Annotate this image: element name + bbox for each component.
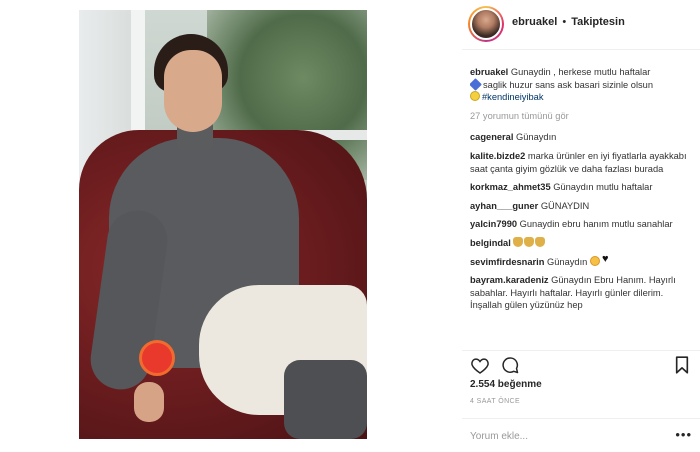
comments-list[interactable]: ebruakel Gunaydin , herkese mutlu haftal… (470, 66, 696, 346)
black-heart-emoji-icon (602, 253, 612, 266)
caption: ebruakel Gunaydin , herkese mutlu haftal… (470, 66, 696, 104)
heart-outline-icon[interactable] (470, 355, 490, 375)
comment-composer: ••• (462, 418, 700, 452)
comment-text: Günaydın mutlu haftalar (553, 182, 653, 193)
comment-username[interactable]: sevimfirdesnarin (470, 257, 544, 267)
comment-item: yalcin7990 Gunaydin ebru hanım mutlu san… (470, 218, 696, 231)
comment-username[interactable]: ayhan___guner (470, 201, 538, 211)
bookmark-icon[interactable] (672, 355, 692, 375)
comment-text: GÜNAYDIN (540, 200, 590, 211)
comment-text: Günaydın (516, 132, 557, 143)
post-timestamp[interactable]: 4 SAAT ÖNCE (470, 398, 520, 405)
comment-item: sevimfirdesnarin Günaydın (470, 253, 696, 269)
follow-status-button[interactable]: Takiptesin (571, 16, 625, 28)
photo-red-toy (139, 340, 175, 376)
avatar[interactable] (470, 8, 502, 40)
comment-item: belgindal (470, 236, 696, 250)
caption-hashtag[interactable]: #kendineiyibak (482, 92, 544, 102)
post-header: ebruakel • Takiptesin (462, 0, 700, 50)
comment-item: korkmaz_ahmet35 Günaydın mutlu haftalar (470, 181, 696, 194)
header-username[interactable]: ebruakel (512, 16, 557, 28)
photo-panel (0, 0, 462, 452)
comment-username[interactable]: kalite.bizde2 (470, 151, 525, 161)
speech-bubble-icon[interactable] (500, 355, 520, 375)
action-bar (462, 350, 700, 378)
comment-username[interactable]: belgindal (470, 238, 511, 248)
caption-line2: saglik huzur sans ask basari sizinle ols… (483, 79, 654, 90)
header-separator: • (562, 16, 567, 28)
caption-username[interactable]: ebruakel (470, 67, 508, 77)
view-all-comments-link[interactable]: 27 yorumun tümünü gör (470, 110, 696, 123)
header-text: ebruakel • Takiptesin (512, 16, 625, 28)
comment-item: kalite.bizde2 marka ürünler en iyi fiyat… (470, 150, 696, 175)
photo-person-boot (284, 360, 367, 439)
comment-text: Günaydın (547, 256, 588, 267)
comment-text: Gunaydin ebru hanım mutlu sanahlar (519, 219, 673, 230)
post-sidebar: ebruakel • Takiptesin ebruakel Gunaydin … (462, 0, 700, 452)
comment-input[interactable] (470, 427, 660, 445)
comment-item: ayhan___guner GÜNAYDIN (470, 200, 696, 213)
photo-person-hand (134, 382, 164, 422)
comment-username[interactable]: cageneral (470, 132, 513, 142)
gem-emoji-icon (470, 77, 482, 91)
blush-emoji-icon (589, 255, 600, 266)
praying-hands-emoji-icon (524, 236, 535, 247)
comment-username[interactable]: yalcin7990 (470, 219, 517, 229)
comment-username[interactable]: bayram.karadeniz (470, 275, 549, 285)
lemon-emoji-icon (470, 91, 480, 102)
praying-hands-emoji-icon (535, 236, 546, 247)
more-dots-icon[interactable]: ••• (675, 428, 692, 441)
praying-hands-emoji-icon (513, 236, 524, 247)
avatar-story-ring[interactable] (468, 6, 504, 42)
comment-item: cageneral Günaydın (470, 131, 696, 144)
post-photo[interactable] (79, 10, 367, 439)
photo-person-face (164, 50, 222, 132)
comment-item: bayram.karadeniz Günaydın Ebru Hanım. Ha… (470, 274, 696, 312)
comment-username[interactable]: korkmaz_ahmet35 (470, 182, 551, 192)
caption-line1: Gunaydin , herkese mutlu haftalar (510, 67, 651, 77)
instagram-post: ebruakel • Takiptesin ebruakel Gunaydin … (0, 0, 700, 452)
like-count[interactable]: 2.554 beğenme (470, 379, 542, 390)
